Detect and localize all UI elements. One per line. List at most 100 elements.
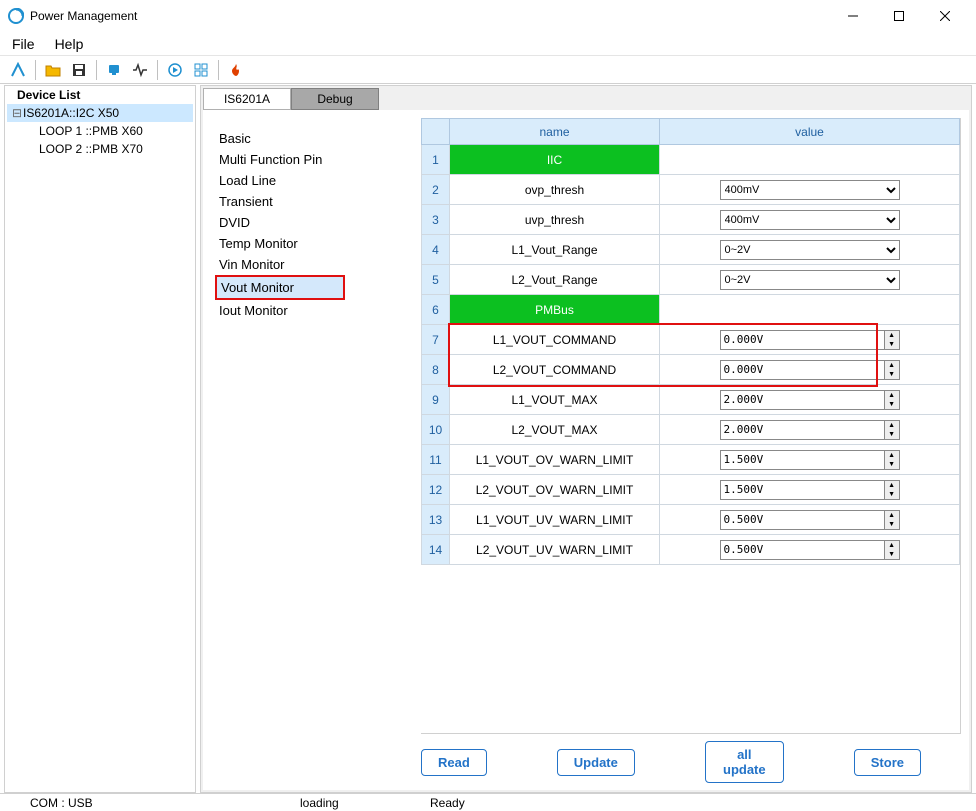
- folder-open-icon[interactable]: [41, 59, 65, 81]
- param-select[interactable]: 400mV: [720, 210, 900, 230]
- status-com: COM : USB: [0, 796, 270, 810]
- param-select[interactable]: 0~2V: [720, 240, 900, 260]
- device-tree-root[interactable]: ⊟IS6201A::I2C X50: [7, 104, 193, 122]
- menubar: File Help: [0, 32, 976, 56]
- spin-up-icon[interactable]: ▲: [885, 481, 899, 490]
- spin-up-icon[interactable]: ▲: [885, 541, 899, 550]
- subnav-item[interactable]: Iout Monitor: [215, 300, 413, 321]
- spin-down-icon[interactable]: ▼: [885, 520, 899, 529]
- param-spinner[interactable]: ▲▼: [720, 510, 900, 530]
- row-number: 14: [422, 535, 450, 565]
- param-spinner[interactable]: ▲▼: [720, 540, 900, 560]
- param-spinner[interactable]: ▲▼: [720, 420, 900, 440]
- param-value-cell: [660, 295, 960, 325]
- status-ready: Ready: [400, 796, 495, 810]
- subnav-item[interactable]: Basic: [215, 128, 413, 149]
- param-name: L2_VOUT_COMMAND: [450, 355, 660, 385]
- close-button[interactable]: [922, 0, 968, 32]
- spinner-input[interactable]: [721, 543, 884, 556]
- spin-up-icon[interactable]: ▲: [885, 391, 899, 400]
- param-spinner[interactable]: ▲▼: [720, 450, 900, 470]
- param-spinner[interactable]: ▲▼: [720, 390, 900, 410]
- spin-down-icon[interactable]: ▼: [885, 490, 899, 499]
- save-icon[interactable]: [67, 59, 91, 81]
- main-panel: IS6201A Debug BasicMulti Function PinLoa…: [200, 85, 972, 793]
- spin-down-icon[interactable]: ▼: [885, 460, 899, 469]
- spinner-input[interactable]: [721, 513, 884, 526]
- spinner-input[interactable]: [721, 393, 884, 406]
- table-row: 10L2_VOUT_MAX▲▼: [422, 415, 960, 445]
- device-icon[interactable]: [102, 59, 126, 81]
- statusbar: COM : USB loading Ready: [0, 793, 976, 811]
- tab-is6201a[interactable]: IS6201A: [203, 88, 291, 110]
- spin-up-icon[interactable]: ▲: [885, 421, 899, 430]
- subnav-item[interactable]: Vin Monitor: [215, 254, 413, 275]
- subnav-item[interactable]: Multi Function Pin: [215, 149, 413, 170]
- param-name: L2_Vout_Range: [450, 265, 660, 295]
- row-number: 1: [422, 145, 450, 175]
- subnav-item[interactable]: Transient: [215, 191, 413, 212]
- table-row: 11L1_VOUT_OV_WARN_LIMIT▲▼: [422, 445, 960, 475]
- device-tree-child[interactable]: LOOP 2 ::PMB X70: [7, 140, 193, 158]
- table-row: 5L2_Vout_Range0~2V: [422, 265, 960, 295]
- spin-down-icon[interactable]: ▼: [885, 430, 899, 439]
- spin-up-icon[interactable]: ▲: [885, 331, 899, 340]
- spinner-input[interactable]: [721, 423, 884, 436]
- tab-debug[interactable]: Debug: [291, 88, 379, 110]
- param-value-cell: ▲▼: [660, 535, 960, 565]
- spin-up-icon[interactable]: ▲: [885, 361, 899, 370]
- subnav-item[interactable]: Vout Monitor: [215, 275, 345, 300]
- device-list-title: Device List: [7, 88, 193, 104]
- row-number: 9: [422, 385, 450, 415]
- param-spinner[interactable]: ▲▼: [720, 330, 900, 350]
- table-row: 7L1_VOUT_COMMAND▲▼: [422, 325, 960, 355]
- play-icon[interactable]: [163, 59, 187, 81]
- spinner-input[interactable]: [721, 333, 884, 346]
- menu-file[interactable]: File: [6, 34, 41, 54]
- spinner-input[interactable]: [721, 453, 884, 466]
- update-button[interactable]: Update: [557, 749, 635, 776]
- param-value-cell: ▲▼: [660, 445, 960, 475]
- table-row: 1IIC: [422, 145, 960, 175]
- fire-icon[interactable]: [224, 59, 248, 81]
- read-button[interactable]: Read: [421, 749, 487, 776]
- param-select[interactable]: 0~2V: [720, 270, 900, 290]
- table-row: 4L1_Vout_Range0~2V: [422, 235, 960, 265]
- row-number: 12: [422, 475, 450, 505]
- collapse-icon[interactable]: ⊟: [11, 106, 23, 120]
- separator: [35, 60, 36, 80]
- spinner-input[interactable]: [721, 363, 884, 376]
- spinner-input[interactable]: [721, 483, 884, 496]
- subnav-item[interactable]: DVID: [215, 212, 413, 233]
- table-row: 6PMBus: [422, 295, 960, 325]
- spin-up-icon[interactable]: ▲: [885, 511, 899, 520]
- menu-help[interactable]: Help: [49, 34, 90, 54]
- param-name: uvp_thresh: [450, 205, 660, 235]
- subnav-item[interactable]: Temp Monitor: [215, 233, 413, 254]
- table-row: 13L1_VOUT_UV_WARN_LIMIT▲▼: [422, 505, 960, 535]
- maximize-button[interactable]: [876, 0, 922, 32]
- all-update-button[interactable]: all update: [705, 741, 784, 783]
- subnav-item[interactable]: Load Line: [215, 170, 413, 191]
- app-logo-icon[interactable]: [6, 59, 30, 81]
- param-name: L2_VOUT_MAX: [450, 415, 660, 445]
- param-name: L1_VOUT_MAX: [450, 385, 660, 415]
- spin-down-icon[interactable]: ▼: [885, 370, 899, 379]
- spin-up-icon[interactable]: ▲: [885, 451, 899, 460]
- param-spinner[interactable]: ▲▼: [720, 360, 900, 380]
- minimize-button[interactable]: [830, 0, 876, 32]
- param-select[interactable]: 400mV: [720, 180, 900, 200]
- spin-down-icon[interactable]: ▼: [885, 550, 899, 559]
- param-value-cell: 400mV: [660, 205, 960, 235]
- row-number: 11: [422, 445, 450, 475]
- device-tree-child[interactable]: LOOP 1 ::PMB X60: [7, 122, 193, 140]
- store-button[interactable]: Store: [854, 749, 921, 776]
- row-number: 8: [422, 355, 450, 385]
- spin-down-icon[interactable]: ▼: [885, 340, 899, 349]
- activity-icon[interactable]: [128, 59, 152, 81]
- param-spinner[interactable]: ▲▼: [720, 480, 900, 500]
- grid-icon[interactable]: [189, 59, 213, 81]
- spin-down-icon[interactable]: ▼: [885, 400, 899, 409]
- col-rownum: [422, 119, 450, 145]
- grid-wrap: name value 1IIC2ovp_thresh400mV3uvp_thre…: [421, 118, 961, 734]
